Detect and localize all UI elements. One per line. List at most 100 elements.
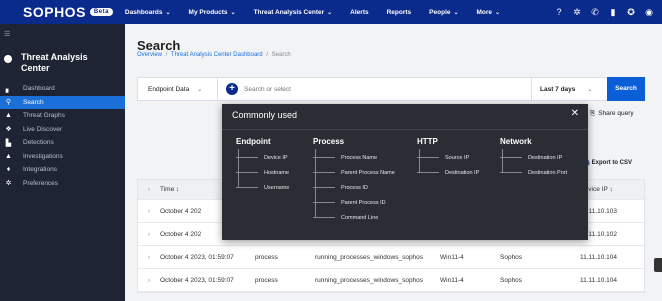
breadcrumb-overview[interactable]: Overview (137, 52, 162, 58)
sidebar-item-integrations[interactable]: ♦ Integrations (0, 163, 125, 177)
sidebar-item-search[interactable]: ⚲ Search (0, 95, 125, 109)
field-option[interactable]: Hostname (236, 165, 289, 180)
chevron-down-icon: ⌄ (453, 9, 459, 16)
field-option[interactable]: Destination IP (500, 150, 567, 165)
group-title: Endpoint (236, 137, 271, 146)
field-option-label: Parent Process Name (341, 169, 395, 176)
sidebar-item-live-discover[interactable]: ❖ Live Discover (0, 123, 125, 137)
tree-branch (313, 202, 335, 203)
threat-graph-icon: ▲ (5, 112, 12, 120)
phone-icon[interactable]: ✆ (588, 5, 602, 19)
nav-reports[interactable]: Reports (387, 9, 412, 16)
export-csv-button[interactable]: ⤓ Export to CSV (587, 160, 632, 167)
side-panel-tab[interactable] (654, 258, 662, 272)
nav-more[interactable]: More ⌄ (477, 9, 501, 16)
nav-label: Reports (386, 8, 412, 16)
breadcrumb-separator: / (165, 52, 168, 58)
nav-my-products[interactable]: My Products ⌄ (189, 9, 236, 16)
collapse-sidebar-icon[interactable]: ☰ (4, 30, 10, 38)
field-option[interactable]: Parent Process ID (313, 195, 395, 210)
search-input[interactable] (244, 85, 544, 93)
field-option[interactable]: Destination Port (500, 165, 567, 180)
sidebar-item-preferences[interactable]: ✲ Preferences (0, 177, 125, 191)
tree-branch (417, 157, 439, 158)
data-source-value: Endpoint Data (148, 85, 190, 93)
field-option[interactable]: Process ID (313, 180, 395, 195)
help-icon[interactable]: ? (552, 5, 566, 19)
investigations-icon: ▲ (5, 152, 12, 160)
info-icon[interactable]: ✪ (624, 5, 638, 19)
expand-row-icon[interactable]: › (138, 208, 160, 215)
group-title: Process (313, 137, 345, 146)
tree-branch (236, 172, 258, 173)
field-option[interactable]: Source IP (417, 150, 479, 165)
nav-people[interactable]: People ⌄ (429, 9, 458, 16)
tree-branch (236, 187, 258, 188)
time-range-select[interactable]: Last 7 days ⌄ (531, 78, 601, 100)
group-process: Process Process Name Parent Process Name… (313, 137, 395, 225)
account-icon[interactable]: ◉ (642, 5, 656, 19)
field-option[interactable]: Process Name (313, 150, 395, 165)
nav-alerts[interactable]: Alerts (350, 9, 368, 16)
field-option[interactable]: Parent Process Name (313, 165, 395, 180)
breadcrumb-current: Search (271, 52, 291, 58)
notification-icon[interactable]: ▮ (606, 5, 620, 19)
data-source-select[interactable]: Endpoint Data ⌄ (138, 78, 218, 100)
field-option[interactable]: Device IP (236, 150, 289, 165)
sidebar-item-label: Preferences (23, 179, 59, 187)
tree-line (238, 149, 239, 187)
field-option-label: Username (264, 184, 290, 191)
breadcrumb-dashboard[interactable]: Threat Analysis Center Dashboard (171, 52, 263, 58)
nav-label: Alerts (350, 8, 369, 16)
sidebar-title-text: Threat Analysis Center (21, 52, 88, 73)
page-title: Search (137, 38, 181, 53)
commonly-used-popup: Commonly used ✕ Endpoint Device IP Hostn… (222, 104, 588, 240)
logo-text: SOPHOS (23, 4, 86, 20)
cell-host: Win11-4 (440, 253, 464, 261)
nav-threat-analysis-center[interactable]: Threat Analysis Center ⌄ (254, 9, 333, 16)
group-network: Network Destination IP Destination Port (500, 137, 567, 180)
tree-line (502, 149, 503, 173)
search-icon: ⚲ (5, 99, 12, 107)
export-label: Export to CSV (591, 160, 632, 166)
sidebar-item-threat-graphs[interactable]: ▲ Threat Graphs (0, 109, 125, 123)
add-filter-icon[interactable]: + (226, 83, 238, 95)
sidebar-item-label: Integrations (23, 166, 57, 174)
nav-label: People (429, 8, 451, 16)
integrations-icon: ♦ (6, 166, 11, 174)
chevron-down-icon: ⌄ (587, 86, 593, 93)
sidebar-item-detections[interactable]: ▙ Detections (0, 136, 125, 150)
gear-icon[interactable]: ✲ (570, 5, 584, 19)
sophos-logo[interactable]: SOPHOS Beta (23, 4, 113, 20)
sidebar-item-label: Investigations (23, 152, 63, 160)
sidebar-item-dashboard[interactable]: ▖ Dashboard (0, 82, 125, 96)
sidebar-item-label: Search (23, 98, 44, 106)
beta-badge: Beta (89, 8, 113, 16)
table-row[interactable]: › October 4 2023, 01:59:07 process runni… (138, 269, 644, 292)
expand-row-icon[interactable]: › (138, 254, 160, 261)
expand-all-icon[interactable]: › (138, 186, 160, 193)
field-option-label: Command Line (341, 214, 379, 221)
share-query-button[interactable]: ⎘ Share query (590, 110, 634, 118)
search-bar: Endpoint Data ⌄ + Last 7 days ⌄ Search (137, 77, 645, 101)
nav-label: More (476, 8, 493, 16)
field-option[interactable]: Command Line (313, 210, 395, 225)
detections-icon: ▙ (5, 139, 12, 147)
top-navigation: SOPHOS Beta Dashboards ⌄ My Products ⌄ Thr… (0, 0, 662, 24)
chevron-down-icon: ⌄ (197, 86, 203, 93)
field-option-label: Process Name (341, 154, 378, 161)
cell-query: running_processes_windows_sophos (315, 276, 424, 284)
field-option[interactable]: Destination IP (417, 165, 479, 180)
close-icon[interactable]: ✕ (571, 108, 579, 119)
nav-label: Threat Analysis Center (253, 8, 325, 16)
field-option[interactable]: Username (236, 180, 289, 195)
search-button[interactable]: Search (607, 77, 645, 101)
expand-row-icon[interactable]: › (138, 231, 160, 238)
sidebar-item-label: Live Discover (23, 125, 63, 133)
sidebar-item-investigations[interactable]: ▲ Investigations (0, 150, 125, 164)
nav-dashboards[interactable]: Dashboards ⌄ (125, 9, 171, 16)
header-device-ip[interactable]: Device IP ↕ (580, 186, 640, 193)
expand-row-icon[interactable]: › (138, 277, 160, 284)
table-row[interactable]: › October 4 2023, 01:59:07 process runni… (138, 246, 644, 269)
field-option-label: Process ID (341, 184, 368, 191)
